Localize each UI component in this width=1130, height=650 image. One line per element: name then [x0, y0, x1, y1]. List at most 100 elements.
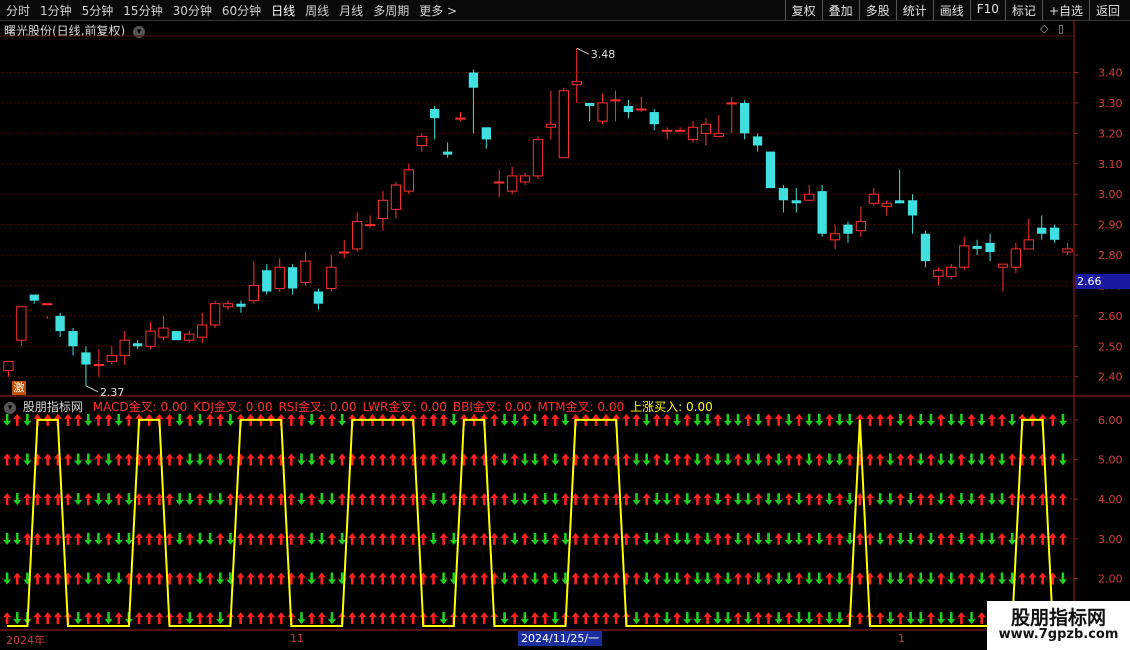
candle-body-up	[93, 364, 105, 367]
arrow-up-icon	[764, 572, 773, 585]
arrow-up-icon	[368, 612, 377, 625]
arrow-up-icon	[1048, 413, 1057, 426]
arrow-up-icon	[470, 453, 479, 466]
arrow-up-icon	[896, 493, 905, 506]
arrow-down-icon	[3, 413, 12, 426]
arrow-up-icon	[490, 413, 499, 426]
candle-body-up	[726, 102, 737, 105]
arrow-up-icon	[490, 493, 499, 506]
candle-body-up	[106, 354, 117, 362]
arrow-up-icon	[358, 572, 367, 585]
candle-body-up	[829, 233, 841, 241]
main-tick-label: 2.60	[1098, 310, 1123, 323]
candle-body-down	[985, 242, 995, 252]
arrow-up-icon	[114, 612, 123, 625]
arrow-down-icon	[754, 572, 763, 585]
candle-body-up	[222, 303, 234, 308]
candle-body-up	[868, 193, 879, 204]
candle-body-up	[558, 90, 569, 159]
arrow-up-icon	[480, 612, 489, 625]
arrow-up-icon	[866, 413, 875, 426]
arrow-down-icon	[84, 413, 93, 426]
arrow-up-icon	[734, 453, 743, 466]
candle-body-down	[1049, 227, 1060, 240]
candle-body-up	[326, 266, 337, 289]
arrow-up-icon	[368, 572, 377, 585]
arrow-up-icon	[378, 572, 387, 585]
arrow-down-icon	[754, 532, 763, 545]
arrow-down-icon	[632, 612, 641, 625]
arrow-up-icon	[246, 572, 255, 585]
arrow-up-icon	[3, 453, 12, 466]
arrow-up-icon	[94, 572, 103, 585]
arrow-down-icon	[500, 612, 509, 625]
arrow-up-icon	[216, 413, 225, 426]
arrow-down-icon	[662, 572, 671, 585]
candle-body-up	[507, 175, 518, 192]
arrow-up-icon	[764, 453, 773, 466]
candle-body-down	[649, 112, 659, 125]
arrow-down-icon	[185, 612, 194, 625]
arrow-down-icon	[206, 532, 215, 545]
arrow-up-icon	[622, 532, 631, 545]
candle-body-up	[636, 108, 647, 111]
arrow-down-icon	[774, 572, 783, 585]
arrow-up-icon	[206, 612, 215, 625]
arrow-up-icon	[206, 572, 215, 585]
arrow-down-icon	[896, 532, 905, 545]
arrow-up-icon	[378, 493, 387, 506]
candle-body-up	[545, 123, 557, 128]
arrow-down-icon	[338, 532, 347, 545]
arrow-up-icon	[480, 532, 489, 545]
arrow-down-icon	[1058, 572, 1067, 585]
candle-body-down	[752, 136, 763, 146]
candle-body-down	[313, 291, 324, 304]
arrow-up-icon	[378, 612, 387, 625]
legend-item-6: 上涨买入: 0.00	[630, 400, 713, 414]
watermark-title: 股朋指标网	[1010, 607, 1106, 629]
low-label: 2.37	[100, 386, 125, 399]
arrow-down-icon	[500, 413, 509, 426]
candle-body-down	[907, 200, 918, 216]
arrow-up-icon	[368, 532, 377, 545]
ind-tick-label: 6.00	[1098, 414, 1123, 427]
indicator-title: ▾ 股朋指标网 MACD金叉: 0.00 KDJ金叉: 0.00 RSI金叉: 0.…	[4, 398, 719, 415]
arrow-up-icon	[185, 572, 194, 585]
candle-body-down	[55, 315, 65, 332]
selected-date: 2024/11/25/一	[518, 631, 603, 646]
arrow-up-icon	[886, 413, 895, 426]
legend-item-3: LWR金叉: 0.00	[362, 400, 447, 414]
candle-body-down	[765, 151, 776, 189]
arrow-up-icon	[622, 493, 631, 506]
candle-body-up	[377, 199, 389, 220]
arrow-up-icon	[500, 493, 509, 506]
chevron-down-icon[interactable]: ▾	[4, 401, 16, 414]
arrow-up-icon	[1038, 532, 1047, 545]
candle-body-up	[597, 102, 608, 122]
arrow-up-icon	[399, 532, 408, 545]
arrow-up-icon	[480, 572, 489, 585]
arrow-up-icon	[74, 532, 83, 545]
arrow-down-icon	[104, 493, 113, 506]
arrow-down-icon	[114, 532, 123, 545]
arrow-up-icon	[602, 532, 611, 545]
arrow-up-icon	[226, 453, 235, 466]
arrow-down-icon	[754, 413, 763, 426]
candle-body-up	[3, 360, 14, 372]
arrow-down-icon	[114, 413, 123, 426]
main-tick-label: 2.90	[1098, 219, 1123, 232]
candle-body-down	[236, 303, 246, 307]
candle-body-up	[364, 224, 376, 227]
candle-body-down	[920, 233, 931, 262]
candle-body-up	[804, 193, 815, 201]
arrow-up-icon	[378, 453, 387, 466]
watermark-url: www.7gpzb.com	[998, 627, 1119, 642]
candle-body-up	[119, 339, 130, 356]
arrow-up-icon	[358, 493, 367, 506]
current-price-tag: 2.66	[1075, 274, 1130, 289]
arrow-up-icon	[84, 612, 93, 625]
arrow-up-icon	[1028, 453, 1037, 466]
candle-body-down	[740, 102, 750, 134]
indicator-name: 股朋指标网	[22, 400, 83, 414]
arrow-up-icon	[602, 453, 611, 466]
